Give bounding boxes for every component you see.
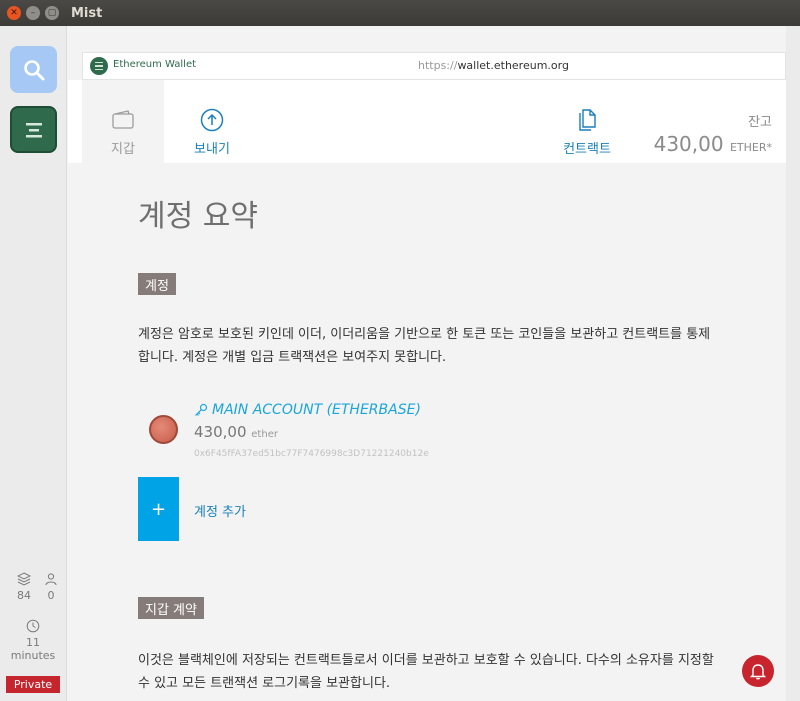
- window-title: Mist: [71, 5, 103, 21]
- notification-button[interactable]: [742, 655, 774, 687]
- add-account-label[interactable]: 계정 추가: [194, 501, 246, 520]
- tab-send-label: 보내기: [194, 142, 230, 157]
- total-balance: 430,00 ETHER*: [654, 132, 772, 156]
- peer-users-stat: 0: [41, 572, 61, 602]
- account-address: 0x6F45fFA37ed51bc77F7476998c3D71221240b1…: [194, 449, 429, 459]
- key-icon: [195, 403, 208, 416]
- window-close-button[interactable]: ✕: [7, 6, 21, 20]
- url-bar[interactable]: Ethereum Wallet https://wallet.ethereum.…: [82, 52, 786, 80]
- tab-contracts[interactable]: 컨트랙트: [542, 80, 632, 163]
- balance-amount: 430,00: [653, 132, 724, 156]
- account-name-link[interactable]: MAIN ACCOUNT (ETHERBASE): [194, 402, 421, 418]
- network-badge: Private: [6, 676, 60, 693]
- tab-wallets[interactable]: 지갑: [82, 80, 164, 163]
- clock-icon: [26, 619, 40, 633]
- account-name: MAIN ACCOUNT (ETHERBASE): [212, 402, 421, 418]
- window-minimize-button[interactable]: –: [26, 6, 40, 20]
- dapp-name: Ethereum Wallet: [113, 59, 197, 70]
- account-balance-unit: ether: [251, 429, 278, 440]
- peer-users-count: 0: [47, 589, 55, 602]
- window-titlebar: ✕ – ▢ Mist: [0, 0, 800, 26]
- url-address[interactable]: https://wallet.ethereum.org: [418, 59, 569, 72]
- peers-count: 84: [17, 589, 31, 602]
- documents-icon: [579, 109, 596, 131]
- wallet-contracts-section-title: 지갑 계약: [138, 597, 204, 619]
- tab-contracts-label: 컨트랙트: [563, 142, 611, 157]
- bell-icon: [749, 664, 767, 680]
- account-item[interactable]: MAIN ACCOUNT (ETHERBASE) 430,00 ether 0x…: [138, 397, 638, 465]
- block-time-value: 11: [26, 636, 40, 649]
- add-account-button[interactable]: +: [138, 477, 179, 541]
- wallet-contracts-description: 이것은 블랙체인에 저장되는 컨트랙트들로서 이더를 보관하고 보호할 수 있습…: [138, 653, 714, 691]
- block-time-stat: 11 minutes: [4, 619, 62, 662]
- tab-send[interactable]: 보내기: [172, 80, 252, 163]
- mist-sidebar: 84 0 11 minutes Private: [0, 26, 67, 701]
- layers-icon: [16, 572, 32, 586]
- balance-label: 잔고: [748, 115, 772, 130]
- search-icon: [23, 59, 44, 80]
- block-time-unit: minutes: [10, 649, 56, 662]
- account-balance: 430,00 ether: [194, 423, 278, 441]
- wallet-header: 지갑 보내기 컨트랙트 잔고 430,00 ETHER*: [68, 80, 786, 163]
- main-content: 계정 요약 계정 계정은 암호로 보호된 키인데 이더, 이더리움을 기반으로 …: [68, 163, 786, 701]
- url-protocol: https://: [418, 59, 458, 72]
- wallet-tab-button[interactable]: [10, 106, 57, 153]
- users-icon: [45, 573, 57, 586]
- ethereum-wallet-icon: [25, 122, 42, 137]
- right-edge: [786, 26, 800, 701]
- page-title: 계정 요약: [138, 199, 258, 234]
- wallet-icon: [112, 110, 134, 129]
- accounts-section-title: 계정: [138, 273, 176, 295]
- balance-unit[interactable]: ETHER*: [730, 141, 772, 154]
- plus-icon: +: [150, 498, 167, 520]
- url-host: wallet.ethereum.org: [457, 59, 569, 72]
- account-balance-amount: 430,00: [194, 423, 247, 441]
- arrow-up-circle-icon: [200, 108, 224, 132]
- peers-stat: 84: [13, 572, 35, 602]
- ethereum-wallet-logo-icon: [90, 57, 108, 75]
- tab-wallets-label: 지갑: [111, 142, 135, 157]
- account-avatar: [149, 415, 178, 444]
- accounts-description: 계정은 암호로 보호된 키인데 이더, 이더리움을 기반으로 한 토큰 또는 코…: [138, 327, 711, 365]
- browser-tab-button[interactable]: [10, 46, 57, 93]
- window-maximize-button[interactable]: ▢: [45, 6, 59, 20]
